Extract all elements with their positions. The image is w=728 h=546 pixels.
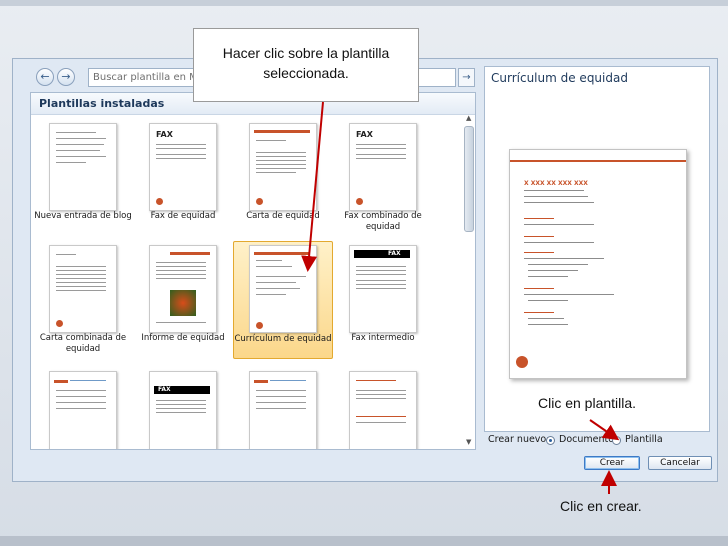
slide-bottom-band bbox=[0, 536, 728, 546]
installed-templates-pane: Plantillas instaladas Nueva entrada de b… bbox=[30, 92, 476, 450]
cancel-button[interactable]: Cancelar bbox=[648, 456, 712, 470]
template-thumbnail bbox=[249, 245, 317, 333]
template-thumbnail: FAX bbox=[349, 245, 417, 333]
template-label: Fax de equidad bbox=[150, 211, 216, 221]
fax-heading: FAX bbox=[356, 130, 373, 139]
template-radio[interactable] bbox=[612, 436, 621, 445]
template-tile[interactable]: Nueva entrada de blog bbox=[33, 119, 133, 237]
template-thumbnail bbox=[49, 123, 117, 211]
slide-top-band bbox=[0, 0, 728, 6]
template-thumbnail bbox=[349, 371, 417, 449]
forward-button[interactable]: → bbox=[57, 68, 75, 86]
template-tile[interactable]: FAX Fax combinado de equidad bbox=[333, 119, 433, 237]
template-tile[interactable]: Carta de equidad bbox=[233, 119, 333, 237]
template-thumbnail bbox=[149, 245, 217, 333]
template-tile[interactable]: FAX Fax intermedio bbox=[333, 241, 433, 359]
template-thumbnail: FAX bbox=[149, 371, 217, 449]
create-button[interactable]: Crear bbox=[584, 456, 640, 470]
template-tile[interactable]: FAX Fax de equidad bbox=[133, 119, 233, 237]
template-tile[interactable]: Informe de equidad bbox=[133, 241, 233, 359]
template-thumbnail bbox=[49, 371, 117, 449]
template-thumbnail: FAX bbox=[149, 123, 217, 211]
template-label: Carta de equidad bbox=[246, 211, 320, 221]
template-tile[interactable]: FAX bbox=[133, 367, 233, 449]
search-go-button[interactable]: → bbox=[458, 68, 475, 87]
scroll-up-arrow-icon[interactable]: ▲ bbox=[466, 114, 475, 123]
preview-document: X XXX XX XXX XXX bbox=[509, 149, 687, 379]
template-label: Fax intermedio bbox=[351, 333, 415, 343]
template-tile[interactable] bbox=[33, 367, 133, 449]
fax-heading: FAX bbox=[156, 130, 173, 139]
template-label: Carta combinada de equidad bbox=[39, 333, 127, 354]
template-tile[interactable]: Carta combinada de equidad bbox=[33, 241, 133, 359]
template-tile[interactable] bbox=[233, 367, 333, 449]
document-option-label[interactable]: Documento bbox=[559, 434, 614, 445]
callout-select-template: Hacer clic sobre la plantilla selecciona… bbox=[193, 28, 419, 102]
template-label: Fax combinado de equidad bbox=[344, 211, 422, 232]
create-new-label: Crear nuevo: bbox=[488, 434, 550, 445]
fax-banner: FAX bbox=[154, 386, 210, 394]
document-radio[interactable] bbox=[546, 436, 555, 445]
template-thumbnail: FAX bbox=[349, 123, 417, 211]
scrollbar-thumb[interactable] bbox=[464, 126, 474, 232]
preview-dot bbox=[516, 356, 528, 368]
scroll-down-arrow-icon[interactable]: ▼ bbox=[466, 438, 475, 447]
back-button[interactable]: ← bbox=[36, 68, 54, 86]
callout-template-text: Clic en plantilla. bbox=[538, 395, 637, 411]
template-label: Informe de equidad bbox=[141, 333, 225, 343]
template-tile-selected[interactable]: Currículum de equidad bbox=[233, 241, 333, 359]
preview-title: Currículum de equidad bbox=[491, 71, 628, 85]
template-thumbnail bbox=[49, 245, 117, 333]
template-thumbnail bbox=[249, 123, 317, 211]
callout-create-text: Clic en crear. bbox=[560, 498, 642, 514]
flower-photo bbox=[170, 290, 196, 316]
preview-doc-name: X XXX XX XXX XXX bbox=[524, 180, 588, 187]
template-option-label[interactable]: Plantilla bbox=[625, 434, 663, 445]
callout-select-template-text: Hacer clic sobre la plantilla selecciona… bbox=[222, 45, 390, 81]
template-label: Currículum de equidad bbox=[234, 334, 332, 344]
template-label: Nueva entrada de blog bbox=[34, 211, 132, 221]
preview-pane: Currículum de equidad X XXX XX XXX XXX bbox=[484, 66, 710, 432]
template-tile[interactable] bbox=[333, 367, 433, 449]
fax-banner: FAX bbox=[354, 250, 410, 258]
template-thumbnail bbox=[249, 371, 317, 449]
